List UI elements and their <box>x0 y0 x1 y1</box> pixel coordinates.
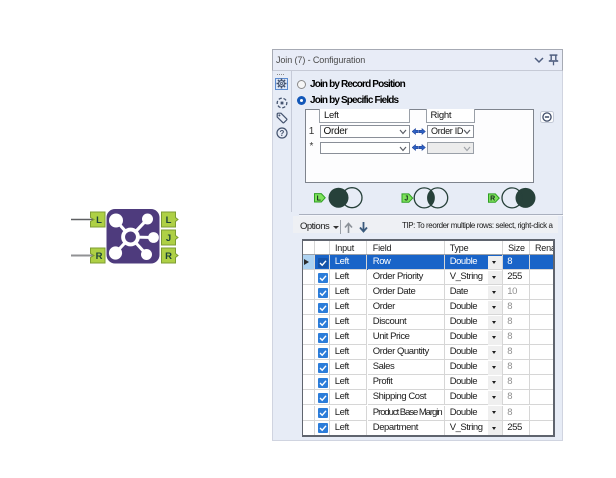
svg-text:L: L <box>166 215 172 226</box>
svg-text:L: L <box>96 215 102 226</box>
svg-text:R: R <box>165 251 172 262</box>
svg-text:R: R <box>490 196 495 203</box>
svg-text:R: R <box>96 251 103 262</box>
svg-text:J: J <box>166 233 171 244</box>
svg-text:J: J <box>404 196 408 203</box>
svg-text:L: L <box>317 195 322 202</box>
svg-text:?: ? <box>280 129 285 138</box>
